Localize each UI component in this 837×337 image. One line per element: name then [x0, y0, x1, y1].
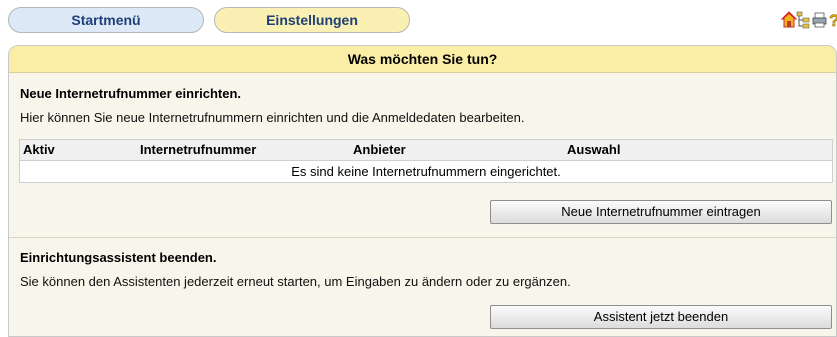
col-internetrufnummer: Internetrufnummer	[140, 142, 257, 157]
home-icon[interactable]	[781, 11, 797, 29]
panel-header: Was möchten Sie tun?	[9, 46, 836, 73]
section-new-number-title: Neue Internetrufnummer einrichten.	[20, 86, 242, 101]
svg-text:?: ?	[829, 11, 837, 29]
add-number-button[interactable]: Neue Internetrufnummer eintragen	[490, 200, 832, 224]
finish-wizard-button[interactable]: Assistent jetzt beenden	[490, 305, 832, 329]
col-auswahl: Auswahl	[567, 142, 621, 157]
col-anbieter: Anbieter	[353, 142, 406, 157]
section-new-number-text: Hier können Sie neue Internetrufnummern …	[20, 110, 525, 125]
section-divider	[9, 237, 836, 238]
wizard-panel: Was möchten Sie tun? Neue Internetrufnum…	[8, 45, 837, 337]
section-finish-text: Sie können den Assistenten jederzeit ern…	[20, 274, 571, 289]
toolbar-icons: ?	[781, 11, 837, 31]
table-header: Aktiv Internetrufnummer Anbieter Auswahl	[20, 140, 832, 161]
table-empty-message: Es sind keine Internetrufnummern eingeri…	[291, 164, 561, 179]
section-finish-title: Einrichtungsassistent beenden.	[20, 250, 217, 265]
sitemap-icon[interactable]	[796, 11, 810, 29]
col-aktiv: Aktiv	[23, 142, 55, 157]
numbers-table: Aktiv Internetrufnummer Anbieter Auswahl…	[19, 139, 833, 183]
help-icon[interactable]: ?	[828, 11, 837, 29]
tab-startmenu[interactable]: Startmenü	[8, 7, 204, 33]
tab-einstellungen[interactable]: Einstellungen	[214, 7, 410, 33]
printer-icon[interactable]	[812, 11, 827, 29]
